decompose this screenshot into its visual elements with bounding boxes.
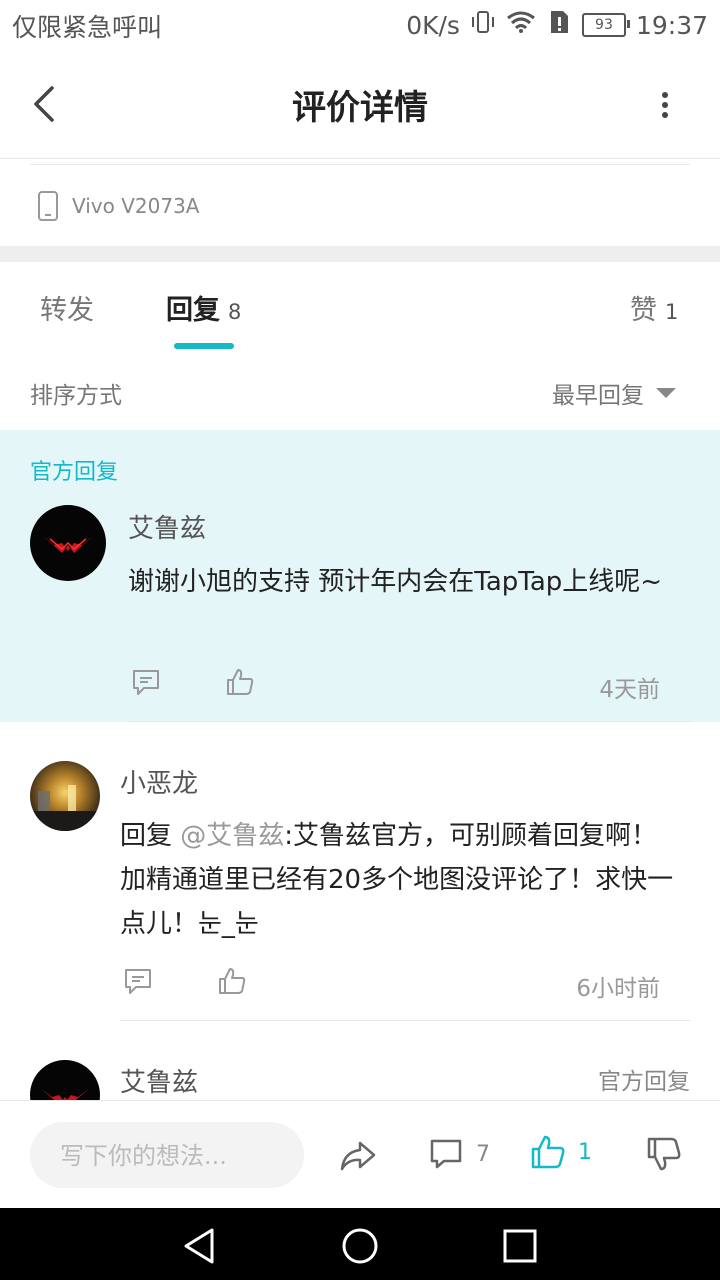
comment-icon xyxy=(125,969,151,994)
like-button[interactable] xyxy=(225,667,255,697)
divider xyxy=(120,1020,690,1021)
sort-label: 排序方式 xyxy=(30,383,122,409)
nav-recents-icon[interactable] xyxy=(500,1226,540,1266)
divider xyxy=(128,721,690,722)
sim-alert-icon xyxy=(546,9,572,41)
thumbs-down-icon xyxy=(647,1137,681,1171)
device-name: Vivo V2073A xyxy=(72,194,200,218)
comments-action[interactable]: 7 xyxy=(428,1136,490,1172)
sort-value: 最早回复 xyxy=(552,383,644,409)
app-header: 评价详情 xyxy=(0,50,720,158)
phone-icon xyxy=(38,191,58,221)
thumbs-up-icon xyxy=(531,1135,565,1169)
tab-reply-label: 回复 xyxy=(166,295,220,326)
status-icons: 0K/s 93 19:37 xyxy=(406,8,708,42)
system-nav-bar xyxy=(0,1208,720,1280)
reply-content: 谢谢小旭的支持 预计年内会在TapTap上线呢~ xyxy=(128,567,663,597)
official-reply-tag: 官方回复 xyxy=(30,460,119,485)
author-name[interactable]: 小恶龙 xyxy=(120,763,198,800)
device-info: Vivo V2073A xyxy=(36,190,200,222)
avatar[interactable] xyxy=(30,505,106,581)
logo-avatar-icon xyxy=(42,535,94,553)
reply-content: 回复 @艾鲁兹:艾鲁兹官方，可别顾着回复啊！加精通道里已经有20多个地图没评论了… xyxy=(120,814,680,946)
caret-down-icon xyxy=(656,388,676,398)
photo-avatar-icon xyxy=(30,785,100,831)
author-name[interactable]: 艾鲁兹 xyxy=(128,508,206,545)
tab-bar: 转发 回复 8 赞1 xyxy=(0,262,720,351)
like-count: 1 xyxy=(578,1139,592,1165)
tab-like-label: 赞 xyxy=(630,295,657,326)
more-dot xyxy=(662,102,668,108)
carrier-text: 仅限紧急呼叫 xyxy=(12,13,163,42)
thumbs-up-icon xyxy=(219,968,246,994)
comment-button[interactable] xyxy=(123,966,153,996)
wifi-icon xyxy=(506,10,536,40)
share-button[interactable] xyxy=(338,1138,378,1174)
divider xyxy=(30,164,690,165)
author-name[interactable]: 艾鲁兹 xyxy=(120,1062,198,1099)
section-separator xyxy=(0,246,720,262)
tab-forward-label: 转发 xyxy=(40,295,94,326)
reply-time: 6小时前 xyxy=(576,976,660,1002)
mention-link[interactable]: @艾鲁兹 xyxy=(180,821,284,851)
tab-like-count: 1 xyxy=(665,300,679,324)
thumbs-up-icon xyxy=(227,669,254,695)
clock: 19:37 xyxy=(635,10,708,40)
status-bar: 仅限紧急呼叫 0K/s 93 19:37 xyxy=(0,0,720,50)
tab-reply[interactable]: 回复 8 xyxy=(166,288,241,327)
comment-count: 7 xyxy=(476,1141,490,1167)
reply-time: 4天前 xyxy=(599,677,660,703)
tab-like[interactable]: 赞1 xyxy=(630,288,678,327)
comment-icon xyxy=(430,1139,462,1169)
like-button[interactable] xyxy=(217,966,247,996)
page-title: 评价详情 xyxy=(292,88,428,128)
more-dots-icon xyxy=(662,92,668,98)
official-badge: 官方回复 xyxy=(598,1069,690,1095)
tab-forward[interactable]: 转发 xyxy=(40,288,94,327)
sort-dropdown[interactable]: 最早回复 xyxy=(552,376,676,410)
vibrate-icon xyxy=(470,9,496,41)
comment-button[interactable] xyxy=(131,667,161,697)
network-speed: 0K/s xyxy=(406,10,460,40)
more-dot xyxy=(662,112,668,118)
dislike-button[interactable] xyxy=(646,1136,682,1176)
reply-prefix: 回复 xyxy=(120,821,173,851)
comment-input[interactable] xyxy=(58,1122,292,1190)
like-action[interactable]: 1 xyxy=(530,1134,592,1170)
comment-input-container[interactable] xyxy=(30,1122,304,1190)
tab-reply-count: 8 xyxy=(228,300,242,324)
tab-indicator xyxy=(174,343,234,349)
more-button[interactable] xyxy=(652,86,680,122)
avatar[interactable] xyxy=(30,761,100,831)
share-icon xyxy=(340,1141,376,1171)
nav-back-icon[interactable] xyxy=(180,1226,220,1266)
comment-icon xyxy=(133,670,159,695)
battery-icon: 93 xyxy=(581,13,630,37)
nav-home-icon[interactable] xyxy=(340,1226,380,1266)
